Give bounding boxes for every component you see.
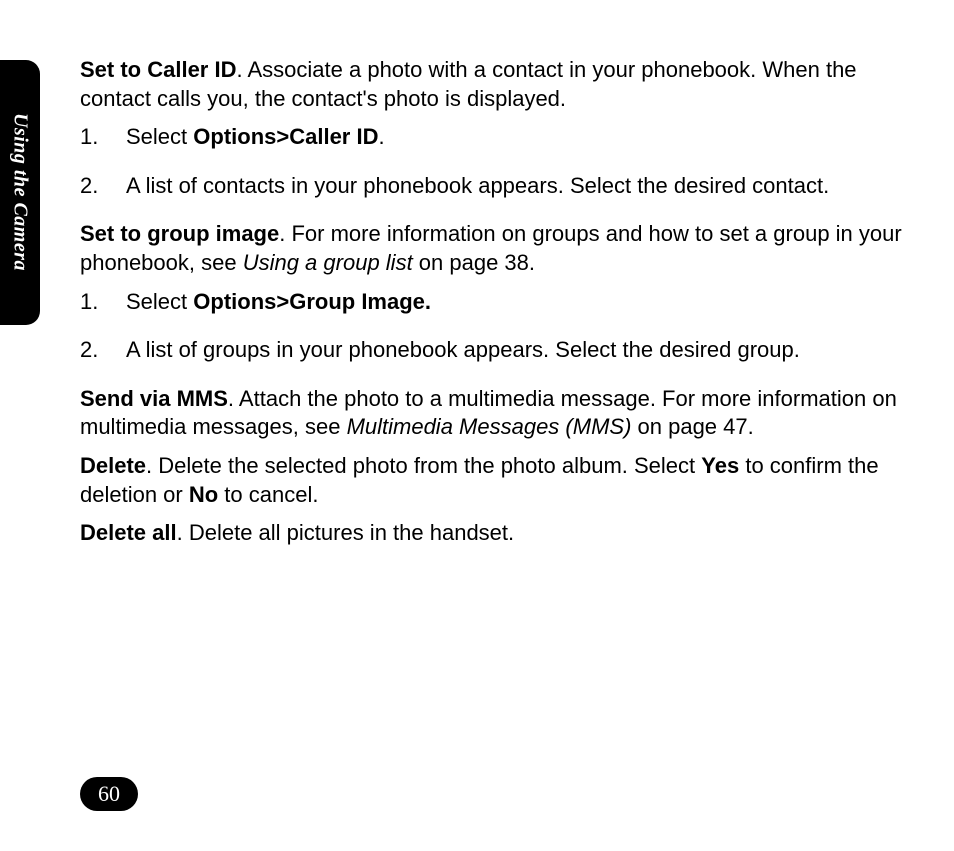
step-pre: Select	[126, 124, 193, 149]
group-image-paragraph: Set to group image. For more information…	[80, 220, 924, 277]
step-text: Select Options>Caller ID.	[126, 123, 924, 152]
delete-paragraph: Delete. Delete the selected photo from t…	[80, 452, 924, 509]
group-image-step-2: 2. A list of groups in your phonebook ap…	[80, 336, 924, 365]
send-mms-desc-b: on page 47.	[631, 414, 753, 439]
caller-id-paragraph: Set to Caller ID. Associate a photo with…	[80, 56, 924, 113]
step-number: 2.	[80, 336, 126, 365]
step-text: A list of groups in your phonebook appea…	[126, 336, 924, 365]
menu-path-caller-id: Options>Caller ID	[193, 124, 378, 149]
delete-no: No	[189, 482, 218, 507]
delete-yes: Yes	[701, 453, 739, 478]
send-mms-title: Send via MMS	[80, 386, 228, 411]
delete-a: . Delete the selected photo from the pho…	[146, 453, 701, 478]
group-image-xref: Using a group list	[243, 250, 413, 275]
section-tab: Using the Camera	[0, 60, 40, 325]
group-image-step-1: 1. Select Options>Group Image.	[80, 288, 924, 317]
page-number: 60	[98, 781, 120, 807]
send-mms-paragraph: Send via MMS. Attach the photo to a mult…	[80, 385, 924, 442]
step-number: 1.	[80, 123, 126, 152]
step-number: 2.	[80, 172, 126, 201]
caller-id-title: Set to Caller ID	[80, 57, 236, 82]
caller-id-step-1: 1. Select Options>Caller ID.	[80, 123, 924, 152]
group-image-title: Set to group image	[80, 221, 279, 246]
delete-c: to cancel.	[218, 482, 318, 507]
step-number: 1.	[80, 288, 126, 317]
section-tab-label: Using the Camera	[9, 113, 32, 271]
step-text: Select Options>Group Image.	[126, 288, 924, 317]
step-post: .	[378, 124, 384, 149]
step-pre: Select	[126, 289, 193, 314]
step-text: A list of contacts in your phonebook app…	[126, 172, 924, 201]
delete-title: Delete	[80, 453, 146, 478]
send-mms-xref: Multimedia Messages (MMS)	[347, 414, 632, 439]
page-number-badge: 60	[80, 777, 138, 811]
caller-id-step-2: 2. A list of contacts in your phonebook …	[80, 172, 924, 201]
group-image-desc-b: on page 38.	[413, 250, 535, 275]
delete-all-title: Delete all	[80, 520, 177, 545]
page-content: Set to Caller ID. Associate a photo with…	[80, 56, 924, 558]
menu-path-group-image: Options>Group Image.	[193, 289, 431, 314]
delete-all-desc: . Delete all pictures in the handset.	[177, 520, 515, 545]
delete-all-paragraph: Delete all. Delete all pictures in the h…	[80, 519, 924, 548]
